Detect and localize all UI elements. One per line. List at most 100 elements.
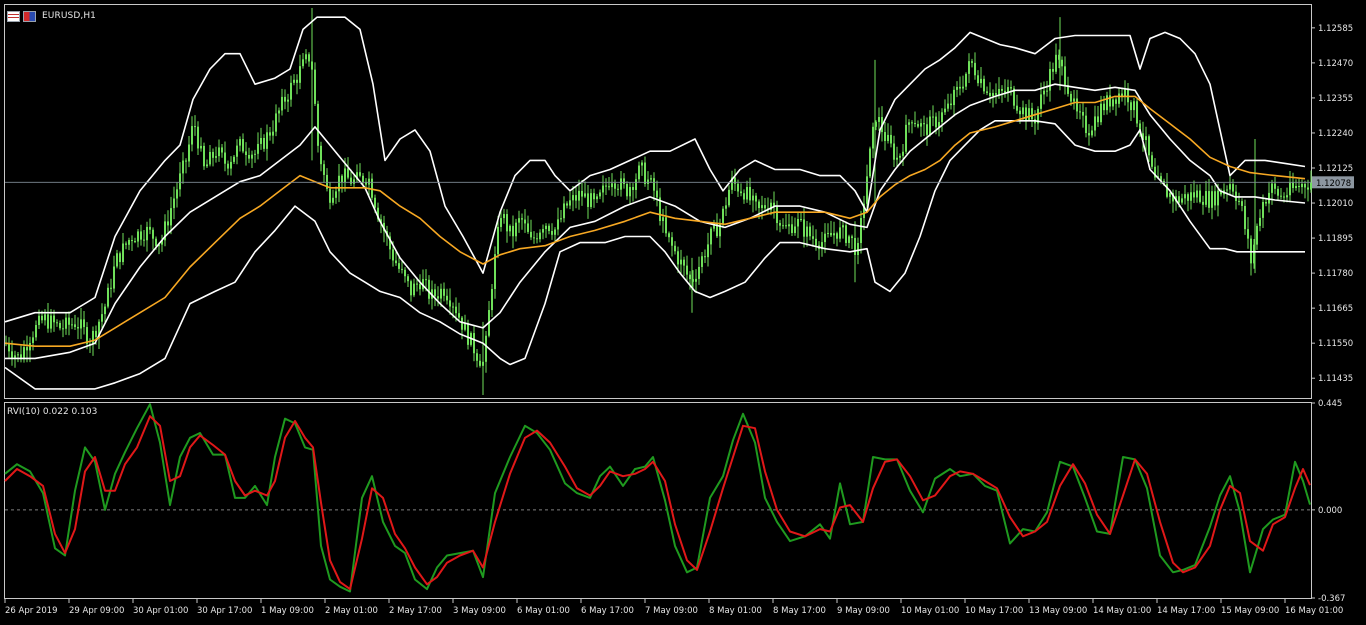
candle-body [1112,99,1114,107]
candle-body [323,164,325,175]
candle-body [314,69,316,104]
candle-body [1031,108,1033,120]
time-tick-label: 16 May 01:00 [1285,606,1343,616]
price-tick-label: 1.12010 [1318,199,1353,209]
candle-body [1241,201,1243,206]
candle-body [653,178,655,191]
candle-body [1274,183,1276,189]
candle-body [1193,192,1195,198]
candle-body [236,145,238,157]
candle-body [254,153,256,155]
candle-body [830,232,832,236]
candle-body [407,276,409,282]
candle-body [968,61,970,74]
candle-body [344,168,346,183]
time-tick-label: 30 Apr 01:00 [133,606,188,616]
candle-body [332,197,334,203]
candle-body [671,237,673,246]
candle-body [1211,191,1213,208]
candle-body [1304,183,1306,188]
price-tick-label: 1.11665 [1318,304,1353,314]
rvi-tick-label: -0.367 [1318,594,1345,604]
candle-body [563,203,565,219]
price-tick-label: 1.12355 [1318,94,1353,104]
time-tick-label: 10 May 17:00 [965,606,1023,616]
candle-body [1127,88,1129,103]
chart-canvas[interactable]: 1.12078 1.12585 1.12470 1.12355 1.12240 1.121… [0,0,1366,621]
candle-body [398,263,400,269]
candle-body [305,54,307,60]
candle-body [80,319,82,329]
candle-body [224,152,226,164]
current-price-label: 1.12078 [1316,179,1351,189]
candle-body [566,203,568,206]
candle-body [746,186,748,200]
candle-body [278,110,280,114]
candle-body [941,112,943,123]
rvi-pane[interactable] [4,403,1311,593]
time-tick-label: 10 May 01:00 [901,606,959,616]
candle-body [764,205,766,209]
candle-body [644,162,646,184]
candle-body [119,253,121,263]
candle-body [515,222,517,237]
candle-body [911,122,913,124]
candle-body [827,232,829,234]
candle-body [1151,155,1153,167]
candle-body [959,86,961,89]
candle-body [878,117,880,122]
flag-icon[interactable] [23,10,36,22]
candle-body [581,190,583,197]
candle-body [803,219,805,237]
candle-body [992,93,994,97]
candle-body [1190,192,1192,201]
candle-body [1064,66,1066,86]
candle-body [518,218,520,223]
candle-body [302,59,304,67]
candle-body [287,99,289,102]
chart-window[interactable]: 1.12078 1.12585 1.12470 1.12355 1.12240 1.121… [0,0,1366,621]
candle-body [62,328,64,330]
candle-body [134,241,136,243]
candle-body [329,188,331,203]
candle-body [836,233,838,239]
candle-body [167,221,169,226]
time-tick-label: 14 May 01:00 [1093,606,1151,616]
candle-body [473,333,475,354]
table-icon[interactable] [7,10,20,22]
candle-body [1043,90,1045,95]
candle-body [485,335,487,362]
time-tick-label: 9 May 09:00 [837,606,890,616]
candle-body [26,347,28,351]
candle-body [476,353,478,361]
price-pane[interactable] [4,8,1312,395]
candle-body [410,281,412,296]
candle-body [905,124,907,152]
candle-body [263,138,265,149]
candle-body [695,278,697,282]
candle-body [461,317,463,330]
candle-body [806,226,808,237]
candle-body [500,218,502,227]
candle-body [809,226,811,237]
candle-body [188,144,190,162]
candle-body [833,233,835,236]
candle-body [1082,111,1084,116]
candle-body [11,351,13,358]
candle-body [1010,87,1012,89]
candle-body [983,78,985,92]
candle-body [1262,202,1264,218]
candle-body [869,148,871,177]
candle-body [530,231,532,238]
candle-body [1118,93,1120,104]
candle-body [392,249,394,261]
candle-body [722,208,724,224]
candle-body [839,227,841,239]
candle-body [1301,183,1303,188]
candle-body [785,225,787,227]
candle-body [929,116,931,135]
candle-body [572,195,574,201]
candle-body [419,284,421,290]
candle-body [914,123,916,125]
candle-body [335,191,337,198]
